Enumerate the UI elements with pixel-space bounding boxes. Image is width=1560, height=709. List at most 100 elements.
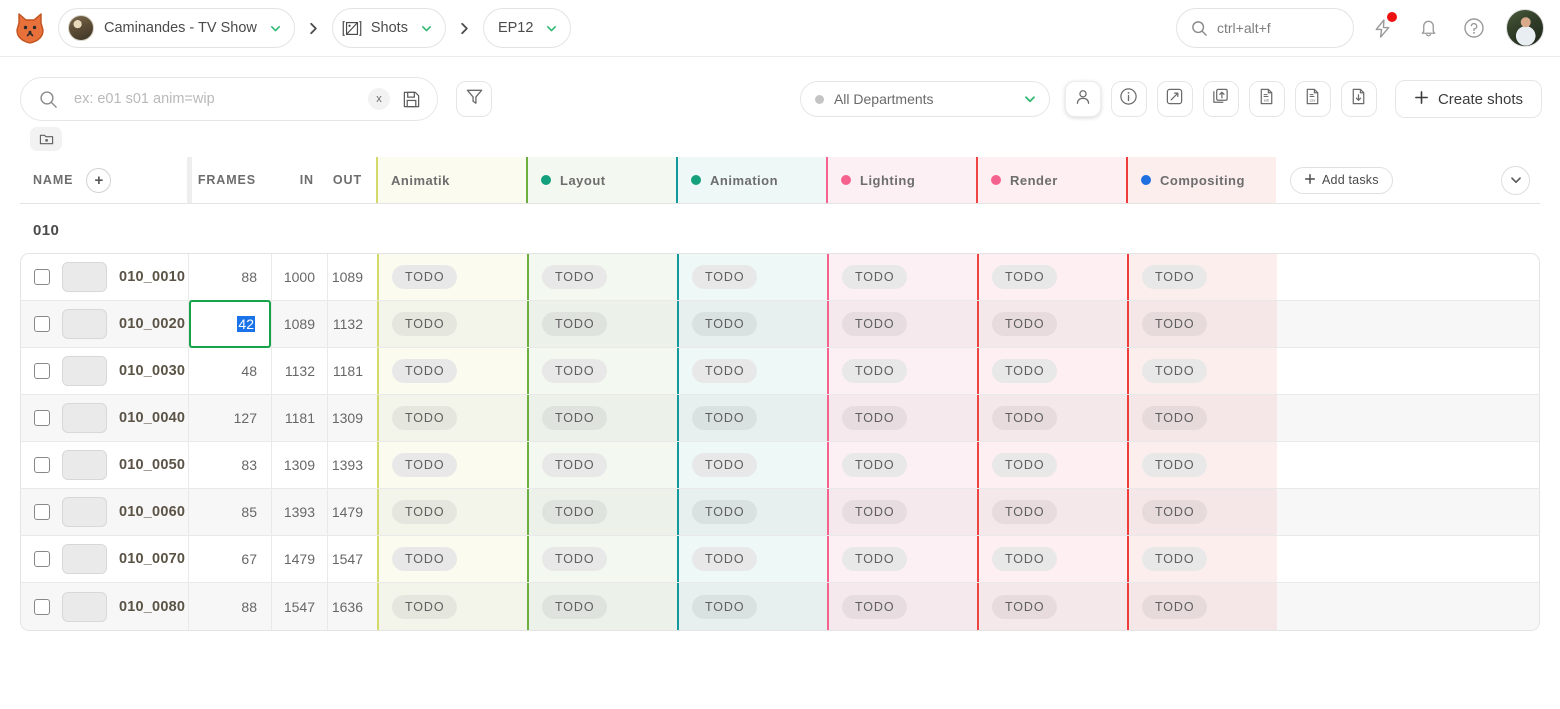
column-header-out[interactable]: OUT xyxy=(326,157,376,203)
status-badge[interactable]: TODO xyxy=(692,265,758,289)
status-badge[interactable]: TODO xyxy=(842,500,908,524)
cell-name[interactable]: 010_0040 xyxy=(21,395,188,441)
row-checkbox[interactable] xyxy=(34,269,50,285)
cell-name[interactable]: 010_0080 xyxy=(21,583,188,630)
status-badge[interactable]: TODO xyxy=(1142,359,1208,383)
cell-frames[interactable]: 42 xyxy=(188,300,271,348)
status-badge[interactable]: TODO xyxy=(542,547,608,571)
status-badge[interactable]: TODO xyxy=(842,359,908,383)
status-badge[interactable]: TODO xyxy=(1142,500,1208,524)
status-badge[interactable]: TODO xyxy=(542,265,608,289)
cell-out[interactable]: 1547 xyxy=(327,536,377,582)
cell-task-compositing[interactable]: TODO xyxy=(1127,583,1277,630)
table-row[interactable]: 010_0070 67 1479 1547 TODO TODO TODO TODO TODO TO… xyxy=(21,536,1539,583)
fox-logo-icon[interactable] xyxy=(10,8,50,48)
status-badge[interactable]: TODO xyxy=(842,594,908,619)
status-badge[interactable]: TODO xyxy=(392,406,458,430)
cell-task-animation[interactable]: TODO xyxy=(677,442,827,488)
column-header-task-layout[interactable]: Layout xyxy=(526,157,676,203)
bell-icon[interactable] xyxy=(1410,10,1446,46)
status-badge[interactable]: TODO xyxy=(842,547,908,571)
import-layers-button[interactable] xyxy=(1202,81,1239,117)
cell-task-lighting[interactable]: TODO xyxy=(827,395,977,441)
column-header-task-lighting[interactable]: Lighting xyxy=(826,157,976,203)
cell-frames[interactable]: 67 xyxy=(188,536,271,582)
assignation-button[interactable] xyxy=(1064,81,1101,117)
cell-task-layout[interactable]: TODO xyxy=(527,395,677,441)
table-row[interactable]: 010_0080 88 1547 1636 TODO TODO TODO TODO TODO TO… xyxy=(21,583,1539,630)
cell-task-animatik[interactable]: TODO xyxy=(377,301,527,347)
status-badge[interactable]: TODO xyxy=(392,265,458,289)
cell-frames[interactable]: 48 xyxy=(188,348,271,394)
cell-out[interactable]: 1479 xyxy=(327,489,377,535)
cell-out[interactable]: 1309 xyxy=(327,395,377,441)
cell-task-animatik[interactable]: TODO xyxy=(377,489,527,535)
cell-task-animatik[interactable]: TODO xyxy=(377,583,527,630)
table-row[interactable]: 010_0040 127 1181 1309 TODO TODO TODO TODO TODO T… xyxy=(21,395,1539,442)
column-header-in[interactable]: IN xyxy=(270,157,326,203)
row-checkbox[interactable] xyxy=(34,598,50,615)
table-row[interactable]: 010_0050 83 1309 1393 TODO TODO TODO TODO TODO TO… xyxy=(21,442,1539,489)
status-badge[interactable]: TODO xyxy=(542,453,608,477)
column-header-frames[interactable]: FRAMES xyxy=(192,157,270,203)
cell-task-lighting[interactable]: TODO xyxy=(827,348,977,394)
cell-task-compositing[interactable]: TODO xyxy=(1127,395,1277,441)
status-badge[interactable]: TODO xyxy=(992,406,1058,430)
column-header-task-render[interactable]: Render xyxy=(976,157,1126,203)
status-badge[interactable]: TODO xyxy=(842,312,908,336)
status-badge[interactable]: TODO xyxy=(992,359,1058,383)
cell-task-layout[interactable]: TODO xyxy=(527,583,677,630)
cell-name[interactable]: 010_0060 xyxy=(21,489,188,535)
cell-task-lighting[interactable]: TODO xyxy=(827,583,977,630)
cell-task-render[interactable]: TODO xyxy=(977,489,1127,535)
status-badge[interactable]: TODO xyxy=(392,594,458,619)
row-checkbox[interactable] xyxy=(34,363,50,379)
cell-task-compositing[interactable]: TODO xyxy=(1127,301,1277,347)
cell-task-animatik[interactable]: TODO xyxy=(377,348,527,394)
cell-task-layout[interactable]: TODO xyxy=(527,536,677,582)
cell-task-render[interactable]: TODO xyxy=(977,395,1127,441)
status-badge[interactable]: TODO xyxy=(1142,312,1208,336)
cell-task-animation[interactable]: TODO xyxy=(677,583,827,630)
status-badge[interactable]: TODO xyxy=(842,265,908,289)
shot-thumbnail[interactable] xyxy=(62,309,107,339)
frames-edit-input[interactable]: 42 xyxy=(189,300,271,348)
cell-name[interactable]: 010_0020 xyxy=(21,301,188,347)
shot-thumbnail[interactable] xyxy=(62,403,107,433)
import-edl-button[interactable]: edl xyxy=(1248,81,1285,117)
status-badge[interactable]: TODO xyxy=(1142,453,1208,477)
folder-add-icon[interactable] xyxy=(30,127,62,151)
cell-task-animatik[interactable]: TODO xyxy=(377,395,527,441)
cell-name[interactable]: 010_0010 xyxy=(21,254,188,300)
cell-out[interactable]: 1393 xyxy=(327,442,377,488)
info-button[interactable] xyxy=(1110,81,1147,117)
status-badge[interactable]: TODO xyxy=(392,312,458,336)
cell-task-animatik[interactable]: TODO xyxy=(377,442,527,488)
cell-task-render[interactable]: TODO xyxy=(977,536,1127,582)
help-circle-icon[interactable] xyxy=(1456,10,1492,46)
cell-in[interactable]: 1309 xyxy=(271,442,327,488)
cell-task-animation[interactable]: TODO xyxy=(677,489,827,535)
status-badge[interactable]: TODO xyxy=(992,265,1058,289)
expand-button[interactable] xyxy=(1156,81,1193,117)
status-badge[interactable]: TODO xyxy=(542,500,608,524)
cell-name[interactable]: 010_0070 xyxy=(21,536,188,582)
status-badge[interactable]: TODO xyxy=(692,500,758,524)
column-header-name[interactable]: NAME + xyxy=(20,157,187,203)
cell-task-animatik[interactable]: TODO xyxy=(377,254,527,300)
cell-task-render[interactable]: TODO xyxy=(977,254,1127,300)
table-row[interactable]: 010_0020 42 1089 1132 TODO TODO TODO TODO TODO TO… xyxy=(21,300,1539,348)
cell-task-animation[interactable]: TODO xyxy=(677,395,827,441)
cell-task-compositing[interactable]: TODO xyxy=(1127,348,1277,394)
status-badge[interactable]: TODO xyxy=(542,406,608,430)
cell-task-render[interactable]: TODO xyxy=(977,583,1127,630)
shot-thumbnail[interactable] xyxy=(62,497,107,527)
cell-frames[interactable]: 83 xyxy=(188,442,271,488)
status-badge[interactable]: TODO xyxy=(692,547,758,571)
global-search-shortcut[interactable]: ctrl+alt+f xyxy=(1176,8,1354,48)
shot-thumbnail[interactable] xyxy=(62,356,107,386)
status-badge[interactable]: TODO xyxy=(542,359,608,383)
status-badge[interactable]: TODO xyxy=(692,312,758,336)
cell-task-lighting[interactable]: TODO xyxy=(827,301,977,347)
export-button[interactable] xyxy=(1340,81,1377,117)
